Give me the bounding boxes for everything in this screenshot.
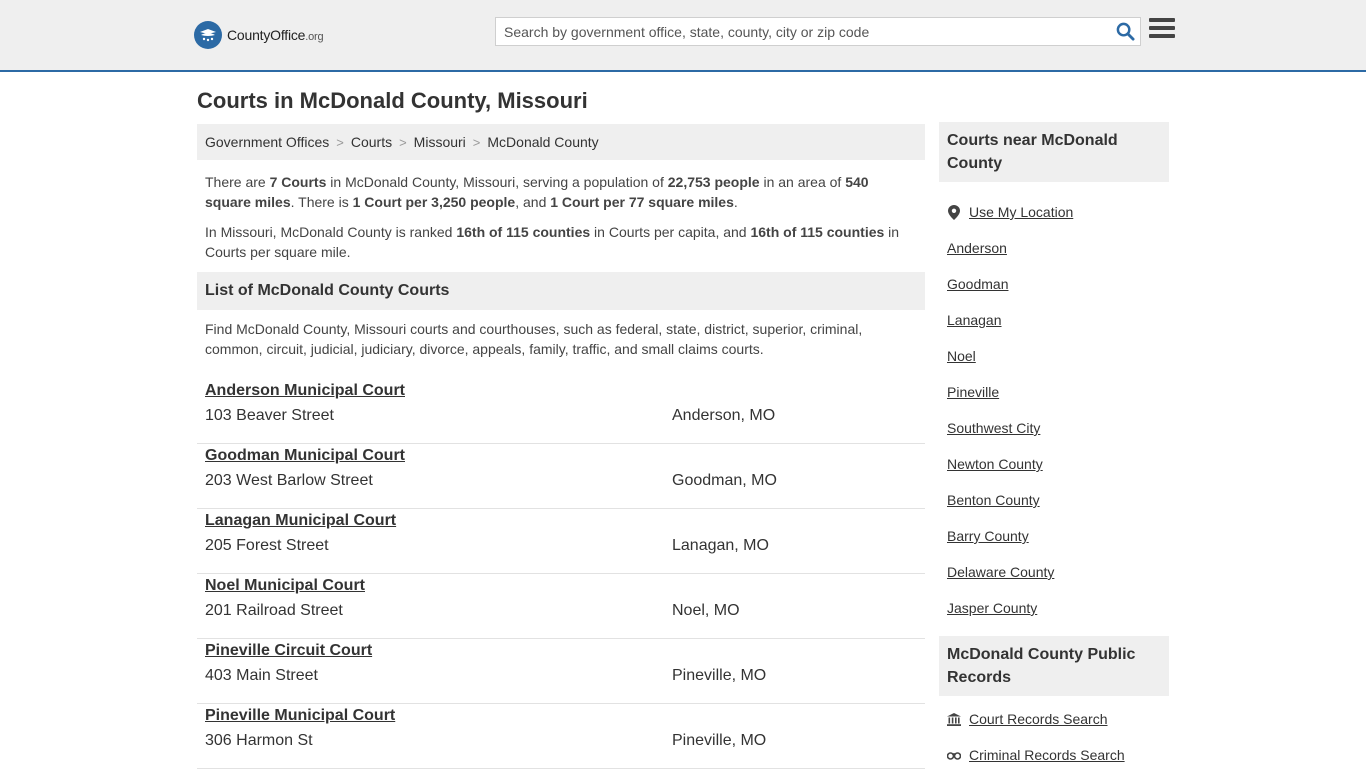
court-city: Noel, MO — [672, 602, 740, 619]
sidebar-item-newton-county[interactable]: Newton County — [947, 446, 1161, 482]
court-name-link[interactable]: Pineville Circuit Court — [205, 642, 372, 660]
court-city: Goodman, MO — [672, 472, 777, 489]
breadcrumb: Government Offices > Courts > Missouri >… — [197, 124, 925, 160]
rank-per-area: 16th of 115 counties — [750, 224, 885, 240]
sidebar-item-pineville[interactable]: Pineville — [947, 374, 1161, 410]
sidebar-item-barry-county[interactable]: Barry County — [947, 518, 1161, 554]
breadcrumb-government-offices[interactable]: Government Offices — [205, 134, 329, 150]
list-item: Pineville Circuit Court 403 Main Street … — [197, 639, 925, 704]
search-button[interactable] — [1110, 18, 1140, 45]
breadcrumb-courts[interactable]: Courts — [351, 134, 392, 150]
court-name-link[interactable]: Pineville Municipal Court — [205, 707, 395, 725]
intro-paragraph-stats: There are 7 Courts in McDonald County, M… — [205, 172, 917, 212]
use-my-location-label: Use My Location — [969, 204, 1074, 220]
breadcrumb-separator-icon: > — [336, 134, 344, 150]
sidebar-item-lanagan[interactable]: Lanagan — [947, 302, 1161, 338]
court-city: Lanagan, MO — [672, 537, 769, 554]
use-my-location-link[interactable]: Use My Location — [945, 194, 1161, 230]
search-bar — [495, 17, 1141, 46]
court-count: 7 Courts — [269, 174, 327, 190]
intro-text: There are 7 Courts in McDonald County, M… — [197, 160, 925, 262]
breadcrumb-mcdonald-county[interactable]: McDonald County — [487, 134, 598, 150]
courthouse-icon — [945, 712, 963, 726]
breadcrumb-missouri[interactable]: Missouri — [414, 134, 466, 150]
public-records-list: Court Records Search Criminal Records Se… — [939, 696, 1169, 773]
sidebar-item-anderson[interactable]: Anderson — [947, 230, 1161, 266]
intro-text-span: , and — [515, 194, 551, 210]
per-area-value: 1 Court per 77 square miles — [550, 194, 734, 210]
rank-per-capita: 16th of 115 counties — [456, 224, 591, 240]
nearby-courts-heading: Courts near McDonald County — [939, 122, 1169, 182]
intro-text-span: in McDonald County, Missouri, serving a … — [326, 174, 668, 190]
court-address: 205 Forest Street — [205, 537, 329, 554]
sidebar-item-goodman[interactable]: Goodman — [947, 266, 1161, 302]
court-address: 203 West Barlow Street — [205, 472, 373, 489]
population-value: 22,753 people — [667, 174, 760, 190]
intro-text-span: . There is — [290, 194, 353, 210]
nearby-courts-list: Use My Location Anderson Goodman Lanagan… — [939, 182, 1169, 626]
courts-list-heading: List of McDonald County Courts — [197, 272, 925, 310]
logo-tld-text: .org — [305, 31, 324, 43]
breadcrumb-separator-icon: > — [472, 134, 481, 150]
court-name-link[interactable]: Anderson Municipal Court — [205, 382, 405, 400]
logo-wordmark: CountyOffice.org — [227, 27, 324, 43]
page-title: Courts in McDonald County, Missouri — [197, 88, 588, 113]
court-city: Pineville, MO — [672, 667, 767, 684]
courts-list-description: Find McDonald County, Missouri courts an… — [205, 321, 863, 357]
handcuffs-icon — [945, 749, 963, 761]
main-content: Government Offices > Courts > Missouri >… — [197, 124, 925, 769]
search-input[interactable] — [496, 18, 1110, 45]
court-name-link[interactable]: Noel Municipal Court — [205, 577, 365, 595]
site-logo[interactable]: CountyOffice.org — [194, 20, 324, 50]
public-records-heading: McDonald County Public Records — [939, 636, 1169, 696]
intro-paragraph-rank: In Missouri, McDonald County is ranked 1… — [205, 222, 917, 262]
sidebar-item-southwest-city[interactable]: Southwest City — [947, 410, 1161, 446]
top-bar: CountyOffice.org — [0, 0, 1366, 72]
list-item: Pineville Municipal Court 306 Harmon St … — [197, 704, 925, 769]
court-address: 201 Railroad Street — [205, 602, 343, 619]
list-item: Lanagan Municipal Court 205 Forest Stree… — [197, 509, 925, 574]
sidebar-item-noel[interactable]: Noel — [947, 338, 1161, 374]
court-records-search-label: Court Records Search — [969, 711, 1108, 727]
intro-text-span: in Courts per capita, and — [590, 224, 751, 240]
intro-text-span: There are — [205, 174, 270, 190]
logo-emblem-icon — [194, 21, 222, 49]
logo-main-text: CountyOffice — [227, 27, 306, 43]
court-address: 103 Beaver Street — [205, 407, 334, 424]
search-icon — [1116, 22, 1135, 41]
sidebar-item-benton-county[interactable]: Benton County — [947, 482, 1161, 518]
court-records-search-link[interactable]: Court Records Search — [945, 701, 1161, 737]
court-city: Anderson, MO — [672, 407, 776, 424]
list-item: Noel Municipal Court 201 Railroad Street… — [197, 574, 925, 639]
sidebar: Courts near McDonald County Use My Locat… — [939, 122, 1169, 773]
court-city: Pineville, MO — [672, 732, 767, 749]
court-address: 306 Harmon St — [205, 732, 313, 749]
list-item: Goodman Municipal Court 203 West Barlow … — [197, 444, 925, 509]
court-name-link[interactable]: Goodman Municipal Court — [205, 447, 405, 465]
criminal-records-search-label: Criminal Records Search — [969, 747, 1125, 763]
court-address: 403 Main Street — [205, 667, 318, 684]
sidebar-item-delaware-county[interactable]: Delaware County — [947, 554, 1161, 590]
intro-text-span: in an area of — [759, 174, 846, 190]
breadcrumb-separator-icon: > — [399, 134, 407, 150]
sidebar-item-jasper-county[interactable]: Jasper County — [947, 590, 1161, 626]
per-capita-value: 1 Court per 3,250 people — [352, 194, 516, 210]
intro-text-span: In Missouri, McDonald County is ranked — [205, 224, 457, 240]
intro-text-span: . — [733, 194, 738, 210]
courts-list: Anderson Municipal Court 103 Beaver Stre… — [197, 379, 925, 769]
court-name-link[interactable]: Lanagan Municipal Court — [205, 512, 396, 530]
menu-hamburger-icon[interactable] — [1149, 18, 1175, 42]
list-item: Anderson Municipal Court 103 Beaver Stre… — [197, 379, 925, 444]
location-pin-icon — [945, 204, 963, 220]
